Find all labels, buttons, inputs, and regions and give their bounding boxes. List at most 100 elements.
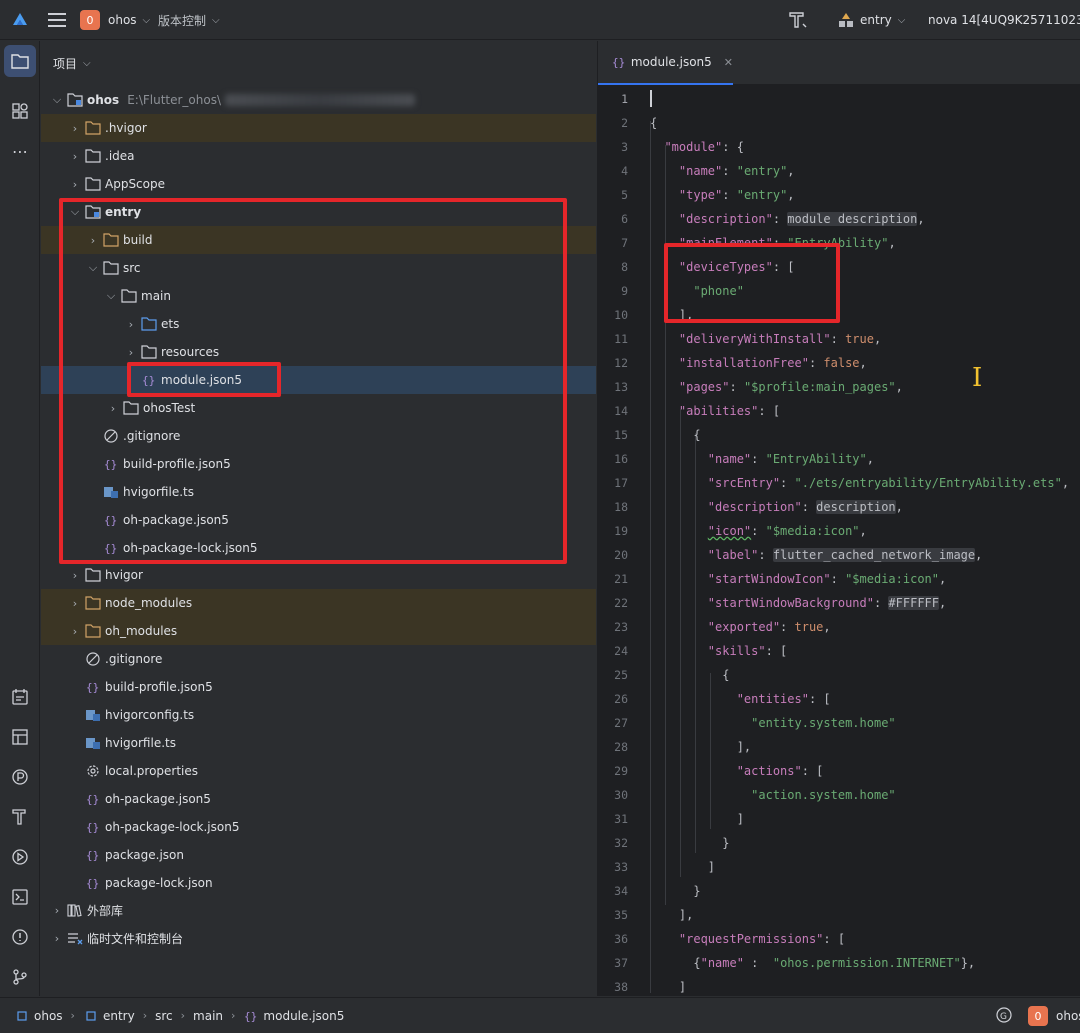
code-line: "phone" [693, 284, 744, 298]
tree-row-file[interactable]: hvigorfile.ts [41, 478, 596, 506]
tree-row-file[interactable]: {} package-lock.json [41, 869, 596, 897]
code-area[interactable]: { "module": { "name": "entry", "type": "… [598, 85, 1080, 996]
tree-row-file[interactable]: {} oh-package-lock.json5 [41, 534, 596, 562]
tree-row-folder[interactable]: › AppScope [41, 170, 596, 198]
json-file-icon: {} [103, 456, 119, 472]
chevron-right-icon[interactable]: › [85, 234, 101, 247]
tree-label: package.json [105, 848, 185, 862]
code-line: ] [707, 860, 716, 874]
tree-row-folder[interactable]: ⌵ src [41, 254, 596, 282]
chevron-down-icon[interactable]: ⌵ [85, 261, 101, 275]
chevron-right-icon[interactable]: › [67, 122, 83, 135]
chevron-right-icon: › [70, 1009, 75, 1022]
code-line: { [693, 428, 701, 442]
vcs-menu[interactable]: 版本控制 ⌵ [158, 0, 220, 40]
tree-row-folder[interactable]: › oh_modules [41, 617, 596, 645]
project-panel-header[interactable]: 项目 ⌵ [53, 53, 91, 73]
tree-row-root[interactable]: ⌵ ohos E:\Flutter_ohos\ [41, 86, 596, 114]
svg-text:{}: {} [104, 458, 117, 471]
svg-text:{}: {} [142, 374, 155, 387]
tree-row-folder[interactable]: › .idea [41, 142, 596, 170]
chevron-right-icon[interactable]: › [123, 318, 139, 331]
app-logo-icon[interactable] [12, 0, 28, 40]
chevron-right-icon[interactable]: › [123, 346, 139, 359]
tool-window-strip: ⋯ [0, 41, 40, 996]
chevron-right-icon[interactable]: › [67, 625, 83, 638]
tree-row-folder[interactable]: › .hvigor [41, 114, 596, 142]
structure-icon[interactable] [4, 95, 36, 127]
tree-row-file[interactable]: {} oh-package.json5 [41, 506, 596, 534]
table-icon[interactable] [4, 721, 36, 753]
tree-row-folder[interactable]: › build [41, 226, 596, 254]
tree-row-module[interactable]: ⌵ entry [41, 198, 596, 226]
code-line: "actions": [ [736, 764, 824, 778]
tree-row-scratches[interactable]: › 临时文件和控制台 [41, 924, 596, 952]
close-icon[interactable]: ✕ [724, 56, 733, 69]
more-tools-icon[interactable]: ⋯ [4, 135, 36, 167]
breadcrumb-item[interactable]: main [193, 1009, 223, 1023]
tree-row-folder[interactable]: › resources [41, 338, 596, 366]
tree-row-file[interactable]: {} package.json [41, 841, 596, 869]
code-line: ], [678, 308, 694, 322]
tree-row-file[interactable]: {} build-profile.json5 [41, 673, 596, 701]
svg-text:{}: {} [86, 793, 99, 806]
git-status-icon[interactable]: G [996, 1006, 1012, 1026]
tree-row-folder[interactable]: › node_modules [41, 589, 596, 617]
breadcrumb-item[interactable]: module.json5 [263, 1009, 344, 1023]
run-config-selector[interactable]: entry ⌵ [838, 0, 905, 40]
tree-row-external-libraries[interactable]: › 外部库 [41, 896, 596, 924]
typescript-file-icon [85, 707, 101, 723]
chevron-right-icon[interactable]: › [67, 569, 83, 582]
tab-module-json5[interactable]: {} module.json5 ✕ [598, 41, 733, 85]
main-menu-icon[interactable] [48, 0, 66, 40]
device-selector[interactable]: nova 14[4UQ9K257110232 [920, 0, 1080, 40]
chevron-right-icon[interactable]: › [67, 178, 83, 191]
git-branch-icon[interactable] [4, 961, 36, 993]
build-hammer-icon[interactable] [788, 0, 808, 40]
problems-icon[interactable] [4, 921, 36, 953]
chevron-down-icon[interactable]: ⌵ [49, 93, 65, 107]
code-line: {"name" : "ohos.permission.INTERNET"}, [693, 956, 976, 970]
tree-row-folder[interactable]: ⌵ main [41, 282, 596, 310]
project-switcher[interactable]: 0 ohos ⌵ [80, 0, 150, 40]
breadcrumb-item[interactable]: src [155, 1009, 173, 1023]
tree-row-folder[interactable]: › hvigor [41, 561, 596, 589]
profiler-icon[interactable] [4, 761, 36, 793]
tree-row-folder[interactable]: › ohosTest [41, 394, 596, 422]
svg-text:{}: {} [86, 849, 99, 862]
project-folder-icon[interactable] [4, 45, 36, 77]
tree-row-file[interactable]: .gitignore [41, 422, 596, 450]
tree-label: 临时文件和控制台 [87, 931, 184, 946]
breadcrumb-item[interactable]: ohos [34, 1009, 63, 1023]
tree-row-folder[interactable]: › ets [41, 310, 596, 338]
tree-row-file[interactable]: .gitignore [41, 645, 596, 673]
svg-text:{}: {} [104, 514, 117, 527]
module-folder-icon [85, 204, 101, 220]
tree-row-file[interactable]: local.properties [41, 757, 596, 785]
todo-icon[interactable] [4, 681, 36, 713]
code-line: "skills": [ [707, 644, 788, 658]
chevron-right-icon[interactable]: › [105, 402, 121, 415]
tree-row-file[interactable]: {} build-profile.json5 [41, 450, 596, 478]
status-project-name[interactable]: ohos [1056, 1009, 1080, 1023]
tree-label: hvigorfile.ts [105, 736, 176, 750]
build-hammer-icon[interactable] [4, 801, 36, 833]
chevron-down-icon[interactable]: ⌵ [103, 289, 119, 303]
chevron-right-icon[interactable]: › [67, 597, 83, 610]
chevron-down-icon[interactable]: ⌵ [67, 205, 83, 219]
chevron-right-icon[interactable]: › [67, 150, 83, 163]
terminal-icon[interactable] [4, 881, 36, 913]
code-line: "module": { [664, 140, 744, 154]
tree-row-file[interactable]: hvigorconfig.ts [41, 701, 596, 729]
library-icon [67, 902, 83, 918]
run-icon[interactable] [4, 841, 36, 873]
chevron-right-icon[interactable]: › [49, 932, 65, 945]
tree-row-file[interactable]: {} oh-package.json5 [41, 785, 596, 813]
tree-row-file-selected[interactable]: {} module.json5 [41, 366, 596, 394]
title-bar: 0 ohos ⌵ 版本控制 ⌵ entry ⌵ nova 14[4UQ9K257… [0, 0, 1080, 40]
breadcrumb-item[interactable]: entry [103, 1009, 135, 1023]
chevron-right-icon[interactable]: › [49, 904, 65, 917]
tree-row-file[interactable]: {} oh-package-lock.json5 [41, 813, 596, 841]
svg-text:{}: {} [612, 56, 625, 69]
tree-row-file[interactable]: hvigorfile.ts [41, 729, 596, 757]
